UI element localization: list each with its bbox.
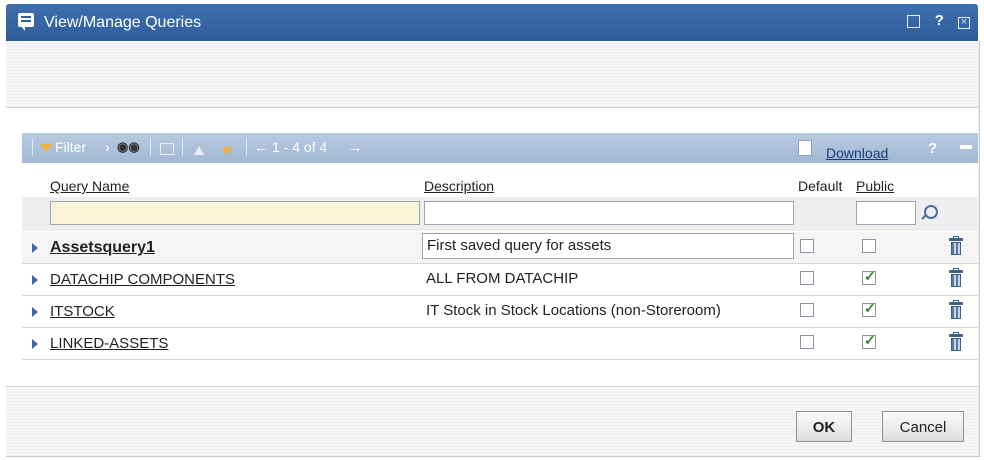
- column-header-description[interactable]: Description: [424, 178, 494, 194]
- download-icon[interactable]: [798, 140, 812, 156]
- close-icon[interactable]: ×: [958, 17, 970, 29]
- arrow-down-icon[interactable]: [222, 143, 232, 159]
- default-checkbox[interactable]: [800, 303, 814, 317]
- filter-button[interactable]: Filter: [40, 139, 86, 155]
- next-page-icon[interactable]: →: [348, 139, 362, 155]
- default-checkbox[interactable]: [800, 271, 814, 285]
- description-text: IT Stock in Stock Locations (non-Storero…: [426, 302, 721, 319]
- pagination-text: 1 - 4 of 4: [272, 139, 328, 155]
- checkmark-icon: ✓: [864, 268, 876, 284]
- table-help-button[interactable]: ?: [928, 140, 937, 157]
- help-button[interactable]: ?: [935, 12, 944, 29]
- dialog-titlebar: View/Manage Queries ? ×: [6, 4, 978, 41]
- table-row[interactable]: ITSTOCK IT Stock in Stock Locations (non…: [22, 296, 978, 328]
- chevron-right-icon: ›: [105, 139, 110, 155]
- dialog-title: View/Manage Queries: [44, 14, 202, 31]
- search-icon[interactable]: [924, 205, 938, 219]
- query-name-link[interactable]: ITSTOCK: [50, 303, 115, 320]
- public-checkbox[interactable]: ✓: [862, 268, 876, 285]
- query-name-link[interactable]: DATACHIP COMPONENTS: [50, 271, 235, 288]
- dialog-icon: [18, 13, 34, 31]
- table-row[interactable]: DATACHIP COMPONENTS ALL FROM DATACHIP ✓: [22, 264, 978, 296]
- delete-trash-icon[interactable]: [949, 300, 963, 320]
- dialog-header-area: [6, 41, 978, 108]
- ok-button[interactable]: OK: [796, 411, 852, 442]
- default-checkbox[interactable]: [800, 335, 814, 349]
- grid-icon[interactable]: [160, 142, 174, 158]
- expand-row-icon[interactable]: [32, 307, 38, 317]
- filter-icon: [40, 144, 52, 153]
- public-checkbox[interactable]: ✓: [862, 300, 876, 317]
- column-header-default: Default: [798, 178, 843, 194]
- expand-row-icon[interactable]: [32, 339, 38, 349]
- description-filter-input[interactable]: [424, 201, 794, 225]
- column-header-public[interactable]: Public: [856, 178, 894, 194]
- download-link[interactable]: Download: [826, 145, 888, 161]
- cancel-button[interactable]: Cancel: [882, 411, 964, 442]
- public-filter-input[interactable]: [856, 201, 916, 225]
- checkmark-icon: ✓: [864, 332, 876, 348]
- public-checkbox[interactable]: [862, 239, 876, 253]
- delete-trash-icon[interactable]: [949, 236, 963, 256]
- expand-row-icon[interactable]: [32, 275, 38, 285]
- query-name-link[interactable]: Assetsquery1: [50, 239, 155, 257]
- column-header-query-name[interactable]: Query Name: [50, 178, 129, 194]
- description-field[interactable]: First saved query for assets: [422, 233, 794, 259]
- maximize-icon[interactable]: [907, 14, 921, 28]
- delete-trash-icon[interactable]: [949, 332, 963, 352]
- arrow-up-icon[interactable]: [194, 142, 204, 158]
- default-checkbox[interactable]: [800, 239, 814, 253]
- previous-page-icon[interactable]: ←: [254, 139, 268, 155]
- binoculars-icon[interactable]: ◉◉: [117, 139, 140, 155]
- public-checkbox[interactable]: ✓: [862, 332, 876, 349]
- query-name-filter-input[interactable]: [50, 201, 420, 225]
- query-name-link[interactable]: LINKED-ASSETS: [50, 335, 168, 352]
- description-text: ALL FROM DATACHIP: [426, 270, 579, 287]
- table-row[interactable]: Assetsquery1 First saved query for asset…: [22, 232, 978, 264]
- filter-label: Filter: [55, 139, 87, 155]
- checkmark-icon: ✓: [864, 300, 876, 316]
- minimize-icon[interactable]: [960, 145, 972, 149]
- delete-trash-icon[interactable]: [949, 268, 963, 288]
- expand-row-icon[interactable]: [32, 243, 38, 253]
- table-row[interactable]: LINKED-ASSETS ✓: [22, 328, 978, 360]
